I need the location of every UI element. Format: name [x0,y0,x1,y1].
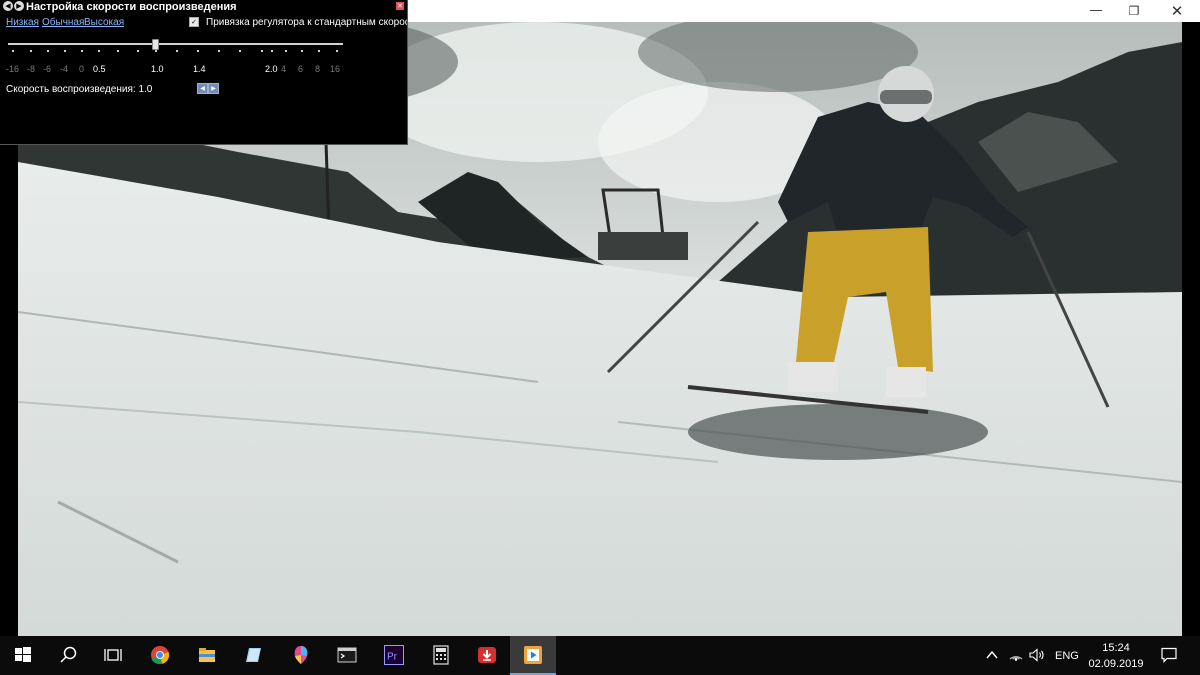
terminal-icon [337,647,357,663]
preset-high-link[interactable]: Высокая [84,17,124,28]
slider-tick [12,50,14,52]
media-player-icon [524,646,542,664]
search-icon [60,646,77,663]
slider-tick [64,50,66,52]
slider-tick [261,50,263,52]
notepad-icon [246,648,261,662]
speed-decrease-button[interactable]: ◀ [197,83,208,94]
scale-label: 1.4 [193,64,206,74]
panel-title: Настройка скорости воспроизведения [26,1,237,13]
slider-tick [81,50,83,52]
slider-tick [197,50,199,52]
scale-label: 0.5 [93,64,106,74]
slider-tick [318,50,320,52]
downloader-taskbar-button[interactable] [464,636,510,675]
scale-label: -4 [60,64,69,74]
windows-start-icon [15,647,31,662]
input-language-indicator[interactable]: ENG [1055,650,1079,662]
panel-back-icon[interactable]: ◀ [3,1,13,11]
scale-label: 8 [315,64,321,74]
search-button[interactable] [46,636,92,675]
playback-speed-panel: ◀ ▶ Настройка скорости воспроизведения ✕… [0,0,408,145]
calculator-icon [433,645,449,665]
slider-tick [239,50,241,52]
scale-label: 16 [330,64,341,74]
scale-label: -6 [43,64,52,74]
slider-tick [271,50,273,52]
close-icon[interactable]: ✕ [1155,0,1199,22]
paint-3d-taskbar-button[interactable] [278,636,324,675]
speed-increase-button[interactable]: ▶ [208,83,219,94]
slider-tick [98,50,100,52]
slider-tick [336,50,338,52]
slider-tick [155,50,157,52]
premiere-icon: Pr [384,645,404,665]
calculator-taskbar-button[interactable] [418,636,464,675]
scale-label: -16 [6,64,20,74]
slider-tick [117,50,119,52]
panel-forward-icon[interactable]: ▶ [14,1,24,11]
wifi-icon[interactable] [1008,647,1024,663]
media-player-taskbar-button[interactable] [510,636,556,675]
chrome-icon [151,646,170,665]
file-explorer-taskbar-button[interactable] [184,636,230,675]
start-button[interactable] [0,636,46,675]
terminal-taskbar-button[interactable] [324,636,370,675]
restore-icon[interactable]: ❐ [1112,0,1156,22]
slider-tick [285,50,287,52]
scale-label: 1.0 [151,64,164,74]
speed-slider-thumb[interactable] [152,39,159,50]
scale-label: 4 [281,64,287,74]
slider-tick [30,50,32,52]
chrome-taskbar-button[interactable] [137,636,183,675]
premiere-icon-text: Pr [387,652,398,663]
premiere-taskbar-button[interactable]: Pr [371,636,417,675]
taskbar: Pr ENG [0,636,1200,675]
speed-slider-track[interactable] [8,43,343,45]
slider-tick [47,50,49,52]
taskbar-clock-date[interactable]: 02.09.2019 [1088,658,1144,670]
task-view-button[interactable] [90,636,136,675]
notes-taskbar-button[interactable] [231,636,277,675]
scale-label: 0 [79,64,85,74]
playback-speed-readout: Скорость воспроизведения: 1.0 [6,84,153,95]
preset-normal-link[interactable]: Обычная [42,17,84,28]
slider-tick [176,50,178,52]
slider-tick [218,50,220,52]
paint-3d-icon [294,646,308,664]
volume-icon[interactable] [1029,648,1045,662]
taskbar-clock-time[interactable]: 15:24 [1098,642,1134,654]
file-explorer-icon [199,648,215,662]
bind-standard-speeds-label: Привязка регулятора к стандартным скорос… [206,17,407,28]
scale-label: 6 [298,64,304,74]
notifications-icon[interactable] [1160,647,1178,663]
scale-label: 2.0 [265,64,278,74]
panel-close-icon[interactable]: ✕ [396,2,404,10]
preset-low-link[interactable]: Низкая [6,17,39,28]
slider-tick [137,50,139,52]
slider-tick [301,50,303,52]
tray-overflow-chevron-icon[interactable] [986,650,998,660]
scale-label: -8 [27,64,36,74]
bind-standard-speeds-checkbox[interactable]: ✓ [189,17,199,27]
downloader-icon [478,647,496,663]
task-view-icon [104,649,122,661]
